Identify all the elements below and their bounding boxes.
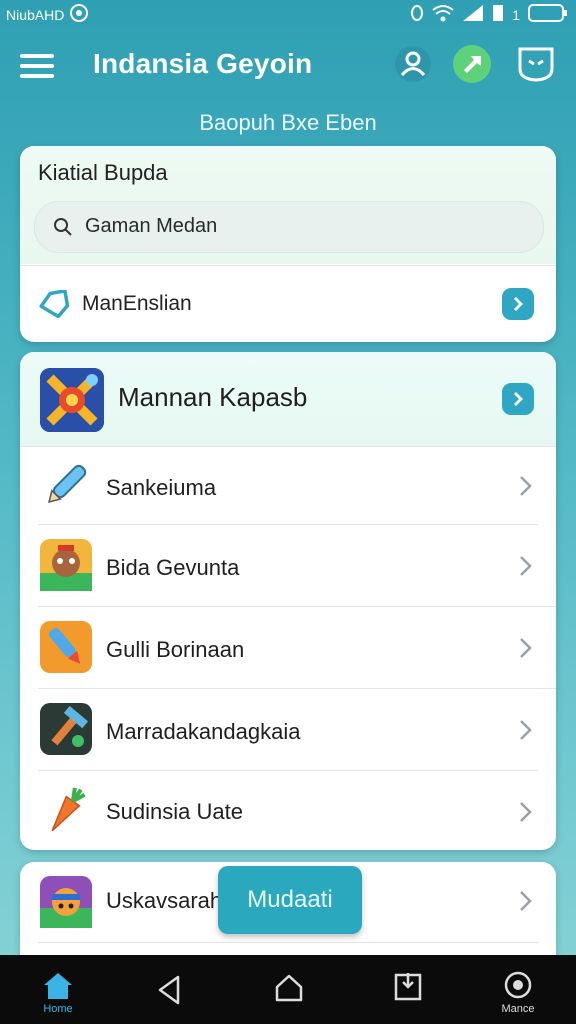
nav-profile[interactable]: Mance bbox=[478, 955, 558, 1024]
floating-action-button[interactable]: Mudaati bbox=[218, 866, 362, 934]
chevron-right-icon bbox=[514, 297, 523, 311]
list-item-label: Gulli Borinaan bbox=[106, 637, 245, 662]
back-icon bbox=[158, 975, 180, 1005]
list-item-label: Bida Gevunta bbox=[106, 555, 240, 580]
divider bbox=[38, 942, 538, 943]
page-subtitle: Baopuh Bxe Eben bbox=[199, 110, 377, 135]
pencil-app-icon bbox=[40, 459, 92, 511]
battery-icon bbox=[528, 3, 568, 26]
list-item[interactable]: Sudinsia Uate bbox=[20, 771, 556, 850]
search-card-title: Kiatial Bupda bbox=[38, 160, 168, 185]
brush-app-icon bbox=[40, 621, 92, 673]
search-input[interactable]: Gaman Medan bbox=[34, 201, 544, 253]
recents-icon bbox=[394, 973, 422, 1001]
status-carrier-text: NiubAHD bbox=[6, 6, 65, 23]
list-item-label: Marradakandagkaia bbox=[106, 719, 301, 744]
nav-profile-label: Mance bbox=[501, 1003, 535, 1015]
menu-row-arrow-button[interactable] bbox=[502, 288, 534, 320]
signal-icon bbox=[462, 4, 484, 25]
carrot-app-icon bbox=[40, 785, 92, 837]
character-app-icon bbox=[40, 539, 92, 591]
chevron-right-icon[interactable] bbox=[518, 637, 534, 659]
chevron-right-icon[interactable] bbox=[518, 801, 534, 823]
list-item[interactable]: Gulli Borinaan bbox=[20, 607, 556, 689]
alarm-icon bbox=[410, 4, 424, 25]
search-icon bbox=[54, 218, 72, 236]
navigation-bar: Home Mance bbox=[0, 955, 576, 1024]
pin-icon[interactable] bbox=[452, 44, 492, 84]
menu-row[interactable]: ManEnslian bbox=[20, 266, 556, 342]
home-icon bbox=[44, 973, 72, 999]
menu-row-label: ManEnslian bbox=[82, 292, 192, 315]
chevron-right-icon bbox=[514, 392, 523, 406]
list-item-label: Uskavsarah bbox=[106, 888, 223, 913]
app-bar: Indansia Geyoin bbox=[0, 28, 576, 104]
chevron-right-icon[interactable] bbox=[518, 719, 534, 741]
profile-icon[interactable] bbox=[393, 44, 433, 84]
sync-icon bbox=[70, 4, 89, 25]
chat-face-icon[interactable] bbox=[516, 44, 556, 84]
status-bar: NiubAHD 1 bbox=[0, 0, 576, 26]
chevron-right-icon[interactable] bbox=[518, 890, 534, 912]
nav-back[interactable] bbox=[128, 955, 208, 1024]
apps-card: Mannan Kapasb Sankeiuma Bida Gevunta Gul… bbox=[20, 352, 556, 850]
app-title: Indansia Geyoin bbox=[93, 48, 313, 79]
wifi-icon bbox=[432, 4, 454, 25]
list-item[interactable]: Sankeiuma bbox=[20, 447, 556, 525]
tools-app-icon bbox=[40, 703, 92, 755]
search-input-value: Gaman Medan bbox=[85, 215, 218, 237]
battery-text: 1 bbox=[512, 6, 520, 23]
nav-home-button[interactable] bbox=[248, 955, 328, 1024]
game-app-icon bbox=[40, 368, 104, 432]
house-outline-icon bbox=[275, 974, 303, 1002]
search-card: Kiatial Bupda Gaman Medan ManEnslian bbox=[20, 146, 556, 342]
chevron-right-icon[interactable] bbox=[518, 555, 534, 577]
list-item-label: Sudinsia Uate bbox=[106, 799, 243, 824]
monster-app-icon bbox=[40, 876, 92, 928]
tag-icon bbox=[39, 290, 70, 318]
nav-recents[interactable] bbox=[368, 955, 448, 1024]
list-item[interactable]: Marradakandagkaia bbox=[20, 689, 556, 771]
chevron-right-icon[interactable] bbox=[518, 475, 534, 497]
nav-home[interactable]: Home bbox=[18, 955, 98, 1024]
list-item-label: Sankeiuma bbox=[106, 475, 217, 500]
nav-home-label: Home bbox=[43, 1003, 73, 1015]
featured-app-label: Mannan Kapasb bbox=[118, 382, 308, 412]
hamburger-menu-icon[interactable] bbox=[20, 54, 54, 80]
list-item[interactable]: Bida Gevunta bbox=[20, 525, 556, 607]
featured-arrow-button[interactable] bbox=[502, 383, 534, 415]
featured-app-row[interactable]: Mannan Kapasb bbox=[20, 352, 556, 446]
record-icon bbox=[504, 971, 532, 999]
sim-icon bbox=[492, 4, 504, 25]
